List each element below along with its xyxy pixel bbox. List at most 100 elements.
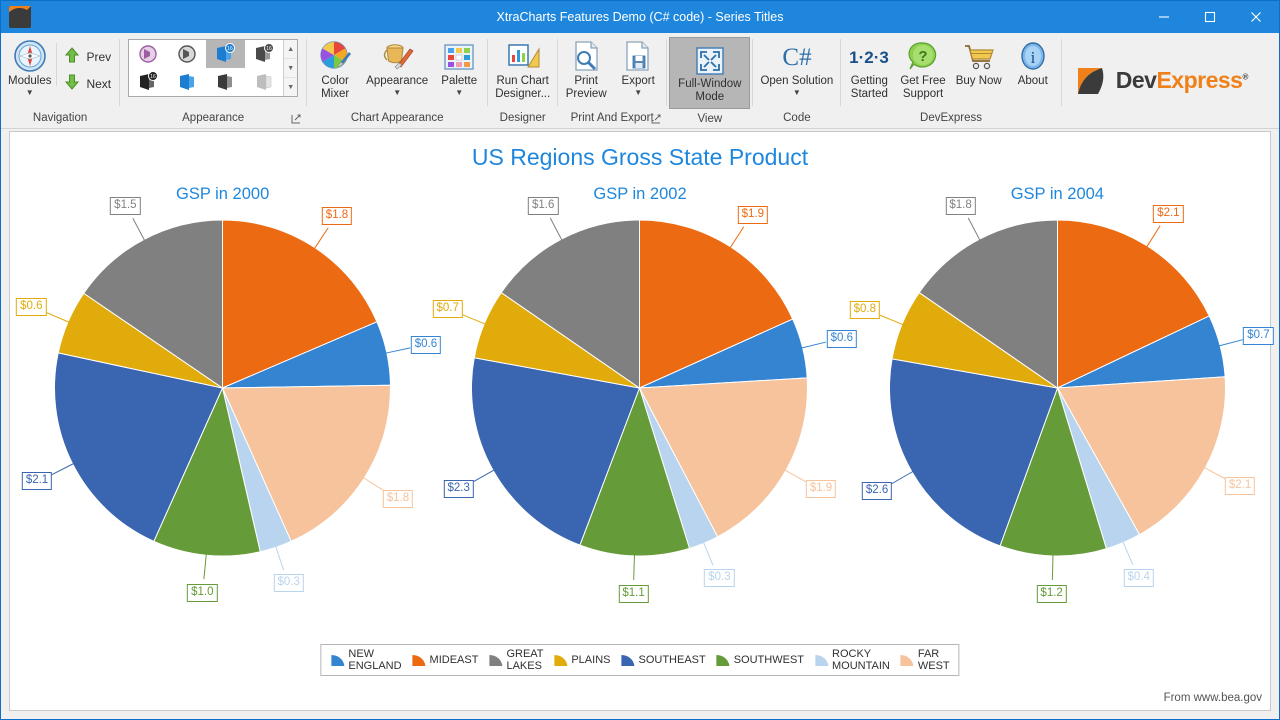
legend-marker-icon (489, 654, 503, 666)
getting-started-button[interactable]: 1·2·3 Getting Started (843, 37, 895, 103)
pie-data-label: $1.8 (321, 207, 353, 226)
brand-express: Express (1156, 67, 1243, 93)
chevron-down-icon[interactable]: ▼ (455, 89, 463, 97)
legend-label: PLAINS (571, 654, 611, 666)
legend-item[interactable]: NEW ENGLAND (327, 648, 404, 672)
pie-svg (45, 217, 411, 580)
about-button[interactable]: i About (1007, 37, 1059, 90)
group-label-navigation: Navigation (32, 112, 88, 124)
chart-pane-2: GSP in 2004 $2.1 $0.7 $2.1 $0.4 $1.2 $2.6 $0.8… (849, 171, 1274, 630)
svg-text:1·2·3: 1·2·3 (849, 48, 889, 67)
label-connector (362, 476, 385, 492)
gallery-item-office-2016-colorful[interactable]: 16 (206, 40, 245, 68)
next-button[interactable]: Next (57, 70, 117, 97)
chevron-down-icon[interactable]: ▼ (393, 89, 401, 97)
minimize-icon[interactable] (1141, 1, 1187, 33)
app-window: XtraCharts Features Demo (C# code) - Ser… (0, 0, 1280, 720)
open-solution-label: Open Solution (760, 75, 834, 87)
legend-item[interactable]: SOUTHWEST (713, 654, 807, 667)
label-connector (384, 347, 411, 354)
get-free-support-label: Get Free Support (900, 75, 946, 100)
chart-legend: NEW ENGLAND MIDEAST GREAT LAKES PLAINS SOUTH… (320, 644, 960, 676)
chevron-down-icon[interactable]: ▼ (26, 89, 34, 97)
modules-button[interactable]: Modules ▼ (3, 37, 56, 99)
brand-dev: Dev (1115, 67, 1157, 93)
pie-data-label: $0.7 (432, 300, 463, 319)
appearance-paint-icon (380, 39, 414, 73)
gallery-scroll-down-icon[interactable]: ▼ (284, 59, 298, 78)
arrow-down-green-icon (63, 73, 81, 94)
title-bar: XtraCharts Features Demo (C# code) - Ser… (1, 1, 1279, 33)
pie-data-label: $1.8 (382, 489, 414, 508)
maximize-icon[interactable] (1187, 1, 1233, 33)
legend-marker-icon (815, 654, 828, 666)
gallery-item-office-2010-purple[interactable] (129, 40, 168, 68)
pie-data-label: $2.6 (861, 482, 893, 500)
ribbon: Modules ▼ Prev Next Navigation 16 16 16 … (1, 33, 1279, 129)
chart-canvas: US Regions Gross State Product GSP in 20… (9, 131, 1274, 711)
devexpress-wordmark: DevExpress® (1115, 67, 1249, 94)
appearance-button[interactable]: Appearance ▼ (361, 37, 433, 99)
pie-chart-2[interactable]: $2.1 $0.7 $2.1 $0.4 $1.2 $2.6 $0.8 $1.8 (849, 196, 1274, 630)
label-connector (784, 469, 808, 483)
prev-label: Prev (86, 49, 112, 64)
gallery-scrollbar[interactable]: ▲ ▼ ▼ (283, 40, 298, 96)
buy-now-button[interactable]: Buy Now (951, 37, 1007, 90)
legend-label: ROCKY MOUNTAIN (832, 648, 890, 672)
dialog-box-launcher-icon[interactable] (291, 114, 302, 125)
export-button[interactable]: Export ▼ (612, 37, 664, 99)
legend-label: MIDEAST (429, 654, 479, 666)
print-preview-button[interactable]: Print Preview (560, 37, 612, 103)
chevron-down-icon[interactable]: ▼ (634, 89, 642, 97)
page-title: US Regions Gross State Product (471, 144, 809, 170)
pie-data-label: $2.1 (21, 472, 53, 491)
close-icon[interactable] (1233, 1, 1279, 33)
gallery-item-office-2019-dark-gray[interactable] (206, 68, 245, 96)
legend-label: SOUTHWEST (733, 654, 804, 666)
gallery-scroll-more-icon[interactable]: ▼ (284, 78, 297, 96)
gallery-item-office-2019-colorful[interactable] (168, 68, 207, 96)
group-label-chart-appearance: Chart Appearance (350, 112, 444, 124)
legend-item[interactable]: PLAINS (550, 654, 613, 667)
legend-item[interactable]: ROCKY MOUNTAIN (811, 648, 893, 672)
gallery-scroll-up-icon[interactable]: ▲ (284, 40, 298, 59)
pie-data-label: $0.3 (704, 569, 735, 588)
pie-chart-1[interactable]: $1.9 $0.6 $1.9 $0.3 $1.1 $2.3 $0.7 $1.6 (431, 196, 858, 630)
chevron-down-icon[interactable]: ▼ (793, 89, 801, 97)
label-connector (274, 545, 285, 571)
legend-item[interactable]: FAR WEST (897, 648, 953, 672)
pie-data-label: $1.0 (187, 584, 218, 603)
legend-item[interactable]: MIDEAST (409, 654, 482, 667)
label-connector (633, 553, 636, 580)
pie-data-label: $1.8 (945, 196, 976, 215)
open-solution-button[interactable]: C# Open Solution ▼ (755, 37, 838, 99)
legend-item[interactable]: SOUTHEAST (617, 654, 708, 667)
devexpress-app-icon (9, 6, 31, 28)
legend-marker-icon (900, 654, 914, 666)
dialog-box-launcher-icon[interactable] (651, 114, 662, 125)
pie-data-label: $0.6 (16, 297, 47, 316)
group-label-appearance: Appearance (182, 112, 245, 124)
palette-button[interactable]: Palette ▼ (433, 37, 485, 99)
color-mixer-button[interactable]: Color Mixer (309, 37, 361, 103)
gallery-item-office-2019-white[interactable] (245, 68, 284, 96)
get-free-support-button[interactable]: ? Get Free Support (895, 37, 950, 103)
getting-started-label: Getting Started (850, 75, 888, 100)
pie-data-label: $2.1 (1153, 204, 1184, 223)
legend-label: SOUTHEAST (638, 654, 706, 666)
legend-item[interactable]: GREAT LAKES (485, 648, 546, 672)
buy-now-label: Buy Now (955, 75, 1002, 87)
prev-button[interactable]: Prev (57, 43, 117, 70)
palette-grid-icon (443, 39, 475, 73)
gallery-item-office-2016-black[interactable]: 16 (129, 68, 168, 96)
full-window-mode-button[interactable]: Full-Window Mode (669, 37, 751, 109)
pie-svg (879, 217, 1244, 580)
run-chart-designer-button[interactable]: Run Chart Designer... (490, 37, 555, 103)
appearance-gallery[interactable]: 16 16 16 ▲ ▼ ▼ (128, 39, 299, 97)
gallery-item-office-2016-dark-gray[interactable]: 16 (245, 40, 284, 68)
gallery-item-office-2010-black[interactable] (168, 40, 207, 68)
label-connector (313, 227, 329, 250)
pie-chart-0[interactable]: $1.8 $0.6 $1.8 $0.3 $1.0 $2.1 $0.6 $1.5 (14, 196, 442, 630)
print-preview-icon (570, 39, 602, 73)
group-label-code: Code (783, 112, 811, 124)
